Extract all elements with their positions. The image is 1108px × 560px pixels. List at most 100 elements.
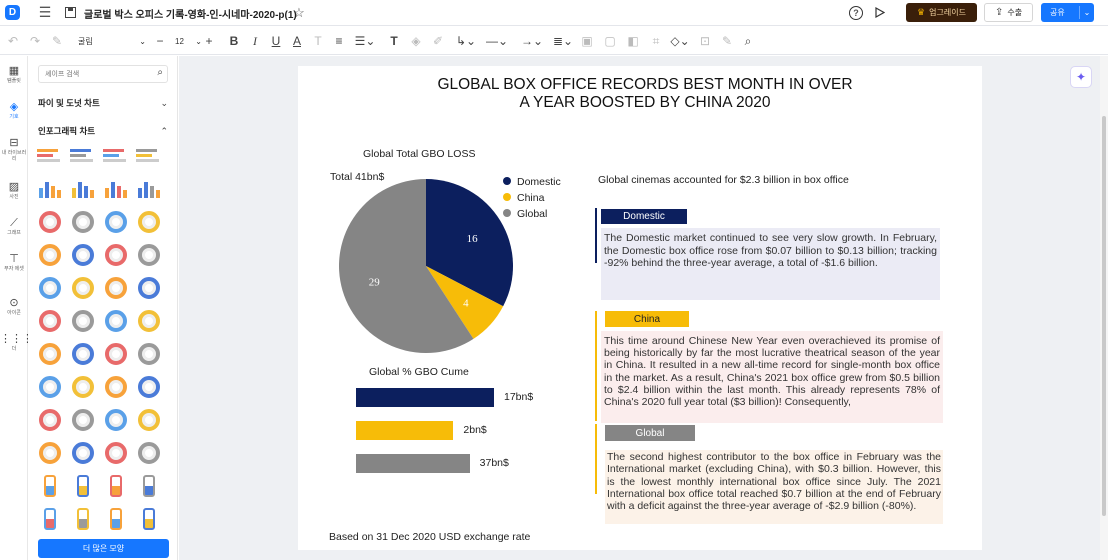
more-shapes-button[interactable]: 더 많은 모양: [38, 539, 169, 558]
star-icon[interactable]: ☆: [292, 5, 306, 20]
font-family-select[interactable]: 굴림 ⌄: [74, 34, 146, 48]
shape-thumbnail[interactable]: [69, 241, 97, 269]
menu-icon[interactable]: ☰: [38, 4, 52, 20]
arrow-style-icon[interactable]: →⌄: [518, 33, 546, 49]
shape-thumbnail[interactable]: [135, 208, 163, 236]
increase-font-icon[interactable]: +: [203, 33, 215, 49]
search-icon[interactable]: ⌕: [157, 67, 163, 78]
shape-thumbnail[interactable]: [69, 373, 97, 401]
shape-thumbnail[interactable]: [36, 340, 64, 368]
undo-icon[interactable]: ↶: [6, 33, 20, 49]
shape-thumbnail[interactable]: [135, 373, 163, 401]
vertical-scrollbar[interactable]: [1100, 56, 1108, 560]
shape-thumbnail[interactable]: [102, 340, 130, 368]
shape-thumbnail[interactable]: [36, 175, 64, 203]
shape-thumbnail[interactable]: [102, 505, 130, 533]
shape-thumbnail[interactable]: [102, 241, 130, 269]
shape-thumbnail[interactable]: [135, 406, 163, 434]
save-icon[interactable]: [63, 5, 77, 20]
bring-front-icon[interactable]: ◧: [626, 33, 640, 49]
rail-photos[interactable]: ▨ 사진: [0, 180, 28, 200]
decrease-font-icon[interactable]: −: [154, 33, 166, 49]
rail-assets[interactable]: ⊤ 푸자 에셋: [0, 252, 28, 272]
text-tool-icon[interactable]: T: [387, 33, 401, 49]
font-size-select[interactable]: 12 ⌄: [172, 34, 202, 48]
shape-thumbnail[interactable]: [36, 472, 64, 500]
shape-thumbnail[interactable]: [36, 241, 64, 269]
rail-graphs[interactable]: ⟋ 그래프: [0, 216, 28, 236]
shape-thumbnail[interactable]: [135, 439, 163, 467]
line-style-icon[interactable]: ―⌄: [483, 33, 511, 49]
shape-thumbnail[interactable]: [69, 307, 97, 335]
share-dropdown-icon[interactable]: ⌄: [1079, 6, 1094, 19]
shape-thumbnail[interactable]: [135, 340, 163, 368]
rail-more[interactable]: ⋮⋮⋮ 더: [0, 332, 33, 352]
export-button[interactable]: ⇪ 수출: [984, 3, 1033, 22]
align-icon[interactable]: ≡: [332, 33, 346, 49]
clear-format-icon[interactable]: T: [311, 33, 325, 49]
connector-icon[interactable]: ↳⌄: [455, 33, 477, 49]
font-color-icon[interactable]: A: [290, 33, 304, 49]
italic-icon[interactable]: I: [248, 33, 262, 49]
shape-thumbnail[interactable]: [69, 439, 97, 467]
fill-icon[interactable]: ◈: [409, 33, 423, 49]
find-icon[interactable]: ⌕: [741, 33, 755, 49]
shape-thumbnail[interactable]: [36, 208, 64, 236]
rail-icons[interactable]: ⊙ 아이콘: [0, 296, 28, 316]
rail-library[interactable]: ⊟ 내 라이브러리: [0, 136, 28, 162]
section-pie-donut[interactable]: 파이 및 도넛 차트 ⌄: [38, 96, 168, 110]
shape-thumbnail[interactable]: [69, 208, 97, 236]
shape-thumbnail[interactable]: [36, 142, 64, 170]
shape-thumbnail[interactable]: [102, 439, 130, 467]
shape-thumbnail[interactable]: [69, 505, 97, 533]
shape-thumbnail[interactable]: [69, 274, 97, 302]
line-color-icon[interactable]: ✐: [431, 33, 445, 49]
document-title[interactable]: 글로벌 박스 오피스 기록-영화-인-시네마-2020-p(1): [84, 6, 297, 21]
shape-thumbnail[interactable]: [102, 472, 130, 500]
shape-thumbnail[interactable]: [135, 472, 163, 500]
ungroup-icon[interactable]: ▢: [603, 33, 617, 49]
shape-thumbnail[interactable]: [135, 505, 163, 533]
rail-templates[interactable]: ▦ 템플릿: [0, 64, 28, 84]
shape-thumbnail[interactable]: [135, 274, 163, 302]
line-spacing-icon[interactable]: ☰⌄: [354, 33, 376, 49]
edit-icon[interactable]: ✎: [720, 33, 734, 49]
rail-symbols[interactable]: ◈ 기호: [0, 100, 28, 120]
shape-thumbnail[interactable]: [36, 274, 64, 302]
line-weight-icon[interactable]: ≣⌄: [553, 33, 573, 49]
shape-thumbnail[interactable]: [102, 208, 130, 236]
shape-thumbnail[interactable]: [69, 340, 97, 368]
shape-thumbnail[interactable]: [69, 406, 97, 434]
shape-thumbnail[interactable]: [102, 142, 130, 170]
shape-thumbnail[interactable]: [36, 505, 64, 533]
shape-thumbnail[interactable]: [102, 175, 130, 203]
shape-thumbnail[interactable]: [102, 373, 130, 401]
section-infographic[interactable]: 인포그래픽 차트 ⌃: [38, 124, 168, 138]
help-icon[interactable]: ?: [849, 6, 863, 20]
scrollbar-thumb[interactable]: [1102, 116, 1106, 516]
shape-thumbnail[interactable]: [36, 307, 64, 335]
shape-search[interactable]: ⌕: [38, 65, 168, 83]
shape-thumbnail[interactable]: [135, 142, 163, 170]
document-page[interactable]: GLOBAL BOX OFFICE RECORDS BEST MONTH IN …: [298, 66, 982, 550]
shape-thumbnail[interactable]: [69, 175, 97, 203]
shape-thumbnail[interactable]: [135, 241, 163, 269]
shape-thumbnail[interactable]: [36, 373, 64, 401]
shape-thumbnail[interactable]: [36, 406, 64, 434]
shape-thumbnail[interactable]: [135, 307, 163, 335]
shape-thumbnail[interactable]: [102, 274, 130, 302]
shape-thumbnail[interactable]: [135, 175, 163, 203]
shape-thumbnail[interactable]: [69, 142, 97, 170]
app-logo-icon[interactable]: D: [5, 5, 20, 20]
upgrade-button[interactable]: ♛ 업그레이드: [906, 3, 977, 22]
style-icon[interactable]: ◇⌄: [670, 33, 689, 49]
group-icon[interactable]: ▣: [580, 33, 594, 49]
ai-assistant-button[interactable]: ✦: [1070, 66, 1092, 88]
search-input[interactable]: [45, 68, 145, 80]
shape-thumbnail[interactable]: [102, 406, 130, 434]
play-icon[interactable]: [873, 5, 887, 20]
shape-thumbnail[interactable]: [102, 307, 130, 335]
lock-icon[interactable]: ⊡: [698, 33, 712, 49]
share-button[interactable]: 공유 ⌄: [1041, 3, 1094, 22]
underline-icon[interactable]: U: [269, 33, 283, 49]
